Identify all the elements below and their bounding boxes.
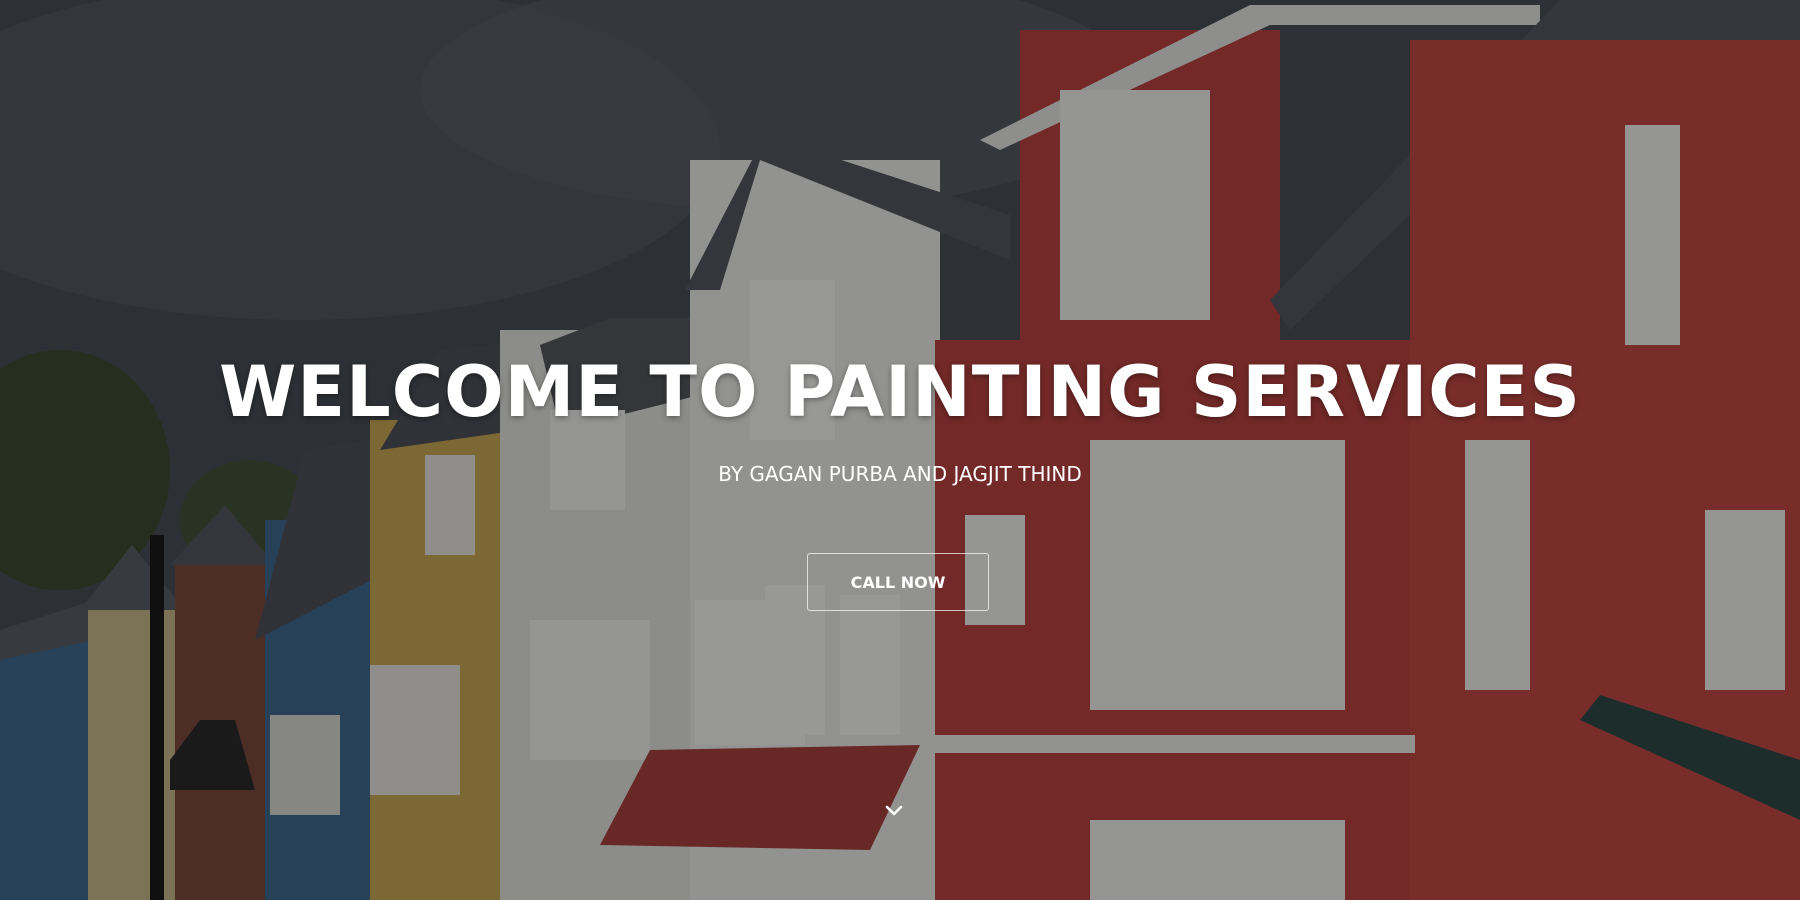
chevron-down-icon — [885, 805, 903, 816]
scroll-down-button[interactable] — [882, 799, 906, 823]
hero-title: WELCOME TO PAINTING SERVICES — [219, 351, 1581, 433]
hero-content: WELCOME TO PAINTING SERVICES BY GAGAN PU… — [0, 0, 1800, 900]
hero-subtitle: BY GAGAN PURBA AND JAGJIT THIND — [718, 462, 1082, 486]
call-now-button[interactable]: CALL NOW — [807, 553, 989, 611]
hero-section: WELCOME TO PAINTING SERVICES BY GAGAN PU… — [0, 0, 1800, 900]
